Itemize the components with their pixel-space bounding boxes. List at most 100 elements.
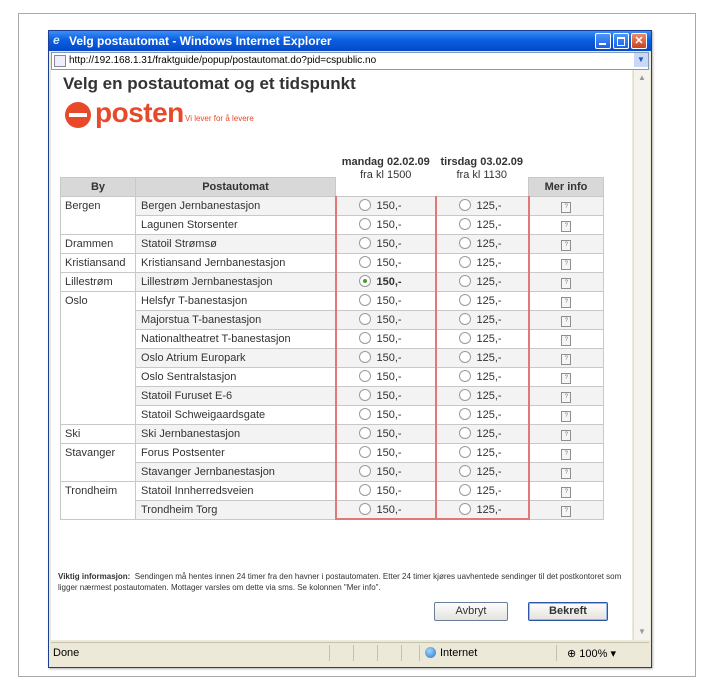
help-icon[interactable]: ? [561,410,572,422]
minimize-button[interactable] [595,33,611,49]
help-icon[interactable]: ? [561,201,572,213]
price-option-day1[interactable]: 150,- [334,499,437,520]
help-icon[interactable]: ? [561,467,572,479]
price-option-day2[interactable]: 125,- [434,404,530,425]
more-info-cell[interactable]: ? [528,366,604,387]
confirm-button[interactable]: Bekreft [528,602,608,621]
radio-button[interactable] [358,465,371,477]
radio-button[interactable] [358,332,371,344]
radio-button[interactable] [358,370,371,382]
price-option-day1[interactable]: 150,- [334,214,437,235]
radio-button[interactable] [458,408,471,420]
price-option-day1[interactable]: 150,- [334,309,437,330]
price-option-day2[interactable]: 125,- [434,499,530,520]
price-option-day2[interactable]: 125,- [434,423,530,444]
price-option-day1-selected[interactable]: 150,- [334,271,437,292]
more-info-cell[interactable]: ? [528,252,604,273]
help-icon[interactable]: ? [561,277,572,289]
radio-button[interactable] [458,256,471,268]
more-info-cell[interactable]: ? [528,214,604,235]
price-option-day1[interactable]: 150,- [334,290,437,311]
radio-button[interactable] [458,351,471,363]
price-option-day1[interactable]: 150,- [334,233,437,254]
radio-button[interactable] [358,294,371,306]
scroll-up-icon[interactable]: ▲ [636,72,648,84]
radio-button[interactable] [458,218,471,230]
help-icon[interactable]: ? [561,429,572,441]
price-option-day1[interactable]: 150,- [334,347,437,368]
address-bar[interactable]: http://192.168.1.31/fraktguide/popup/pos… [51,52,649,70]
scroll-down-icon[interactable]: ▼ [636,626,648,638]
price-option-day2[interactable]: 125,- [434,328,530,349]
price-option-day1[interactable]: 150,- [334,385,437,406]
price-option-day2[interactable]: 125,- [434,271,530,292]
help-icon[interactable]: ? [561,315,572,327]
price-option-day2[interactable]: 125,- [434,366,530,387]
help-icon[interactable]: ? [561,486,572,498]
price-option-day2[interactable]: 125,- [434,214,530,235]
radio-button[interactable] [458,313,471,325]
radio-button[interactable] [458,427,471,439]
help-icon[interactable]: ? [561,296,572,308]
more-info-cell[interactable]: ? [528,423,604,444]
price-option-day2[interactable]: 125,- [434,290,530,311]
more-info-cell[interactable]: ? [528,480,604,501]
radio-button[interactable] [358,237,371,249]
radio-button[interactable] [358,351,371,363]
radio-button[interactable] [358,427,371,439]
radio-button[interactable] [358,313,371,325]
price-option-day1[interactable]: 150,- [334,442,437,463]
price-option-day1[interactable]: 150,- [334,461,437,482]
help-icon[interactable]: ? [561,239,572,251]
price-option-day1[interactable]: 150,- [334,423,437,444]
price-option-day2[interactable]: 125,- [434,385,530,406]
radio-button[interactable] [458,389,471,401]
more-info-cell[interactable]: ? [528,328,604,349]
chevron-down-icon[interactable]: ▼ [634,53,648,67]
close-button[interactable]: ✕ [631,33,647,49]
radio-button[interactable] [458,465,471,477]
more-info-cell[interactable]: ? [528,404,604,425]
price-option-day2[interactable]: 125,- [434,480,530,501]
radio-button[interactable] [358,389,371,401]
security-zone[interactable]: Internet [425,647,477,659]
help-icon[interactable]: ? [561,220,572,232]
more-info-cell[interactable]: ? [528,499,604,520]
help-icon[interactable]: ? [561,258,572,270]
more-info-cell[interactable]: ? [528,233,604,254]
more-info-cell[interactable]: ? [528,271,604,292]
radio-button[interactable] [358,502,371,515]
radio-button[interactable] [358,408,371,420]
radio-button[interactable] [358,218,371,230]
more-info-cell[interactable]: ? [528,442,604,463]
vertical-scrollbar[interactable]: ▲ ▼ [633,70,650,640]
help-icon[interactable]: ? [561,391,572,403]
radio-button[interactable] [458,370,471,382]
help-icon[interactable]: ? [561,448,572,460]
radio-button[interactable] [358,256,371,268]
price-option-day1[interactable]: 150,- [334,328,437,349]
price-option-day2[interactable]: 125,- [434,461,530,482]
window-titlebar[interactable]: e Velg postautomat - Windows Internet Ex… [49,31,651,51]
maximize-button[interactable] [613,33,629,49]
price-option-day2[interactable]: 125,- [434,252,530,273]
price-option-day1[interactable]: 150,- [334,366,437,387]
more-info-cell[interactable]: ? [528,347,604,368]
radio-button[interactable] [458,502,471,515]
radio-button[interactable] [458,446,471,458]
price-option-day2[interactable]: 125,- [434,309,530,330]
zoom-level[interactable]: ⊕ 100% ▾ [567,647,616,660]
radio-button[interactable] [358,199,371,211]
cancel-button[interactable]: Avbryt [434,602,508,621]
radio-button[interactable] [458,484,471,496]
price-option-day1[interactable]: 150,- [334,480,437,501]
radio-button[interactable] [358,446,371,458]
radio-button[interactable] [458,199,471,211]
price-option-day2[interactable]: 125,- [434,233,530,254]
radio-button[interactable] [358,484,371,496]
address-url[interactable]: http://192.168.1.31/fraktguide/popup/pos… [69,55,376,67]
radio-button[interactable] [458,332,471,344]
more-info-cell[interactable]: ? [528,290,604,311]
price-option-day2[interactable]: 125,- [434,442,530,463]
help-icon[interactable]: ? [561,353,572,365]
